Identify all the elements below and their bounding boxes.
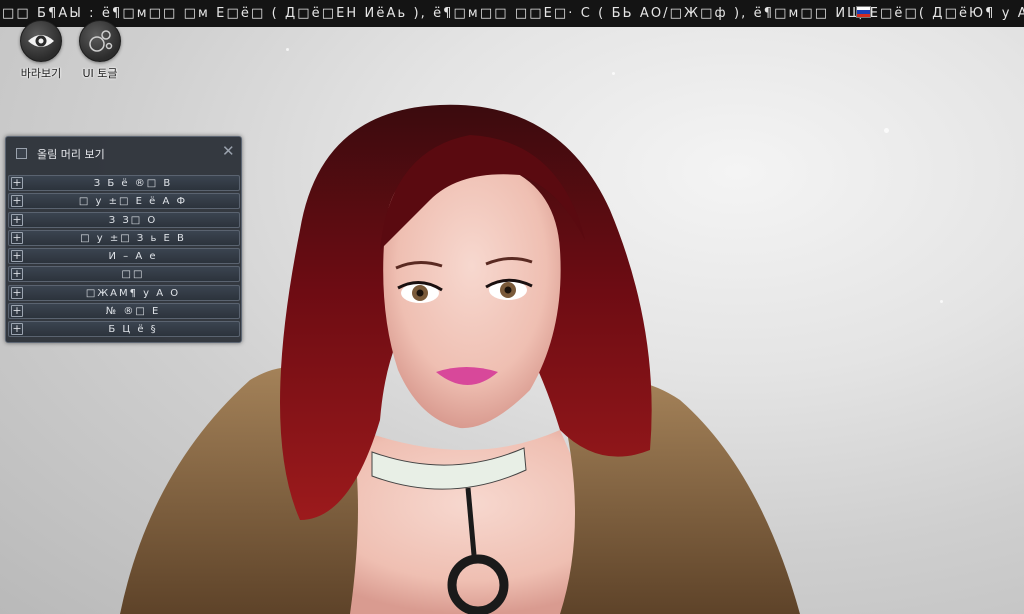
plus-icon: + — [11, 285, 23, 299]
category-label: □ у ±□ Е ё А Ф — [78, 196, 188, 208]
category-label: □□ — [121, 269, 145, 281]
category-label: Б Ц ё § — [108, 324, 158, 336]
hint-bar: □□ Б¶АЫ : ё¶□м□□ □м Е□ё□ ( Д□ё□ЕН ИёАь )… — [0, 0, 1024, 27]
plus-icon: + — [11, 267, 23, 281]
eye-icon — [20, 20, 62, 62]
plus-icon: + — [11, 176, 23, 189]
ui-toggle-button[interactable]: UI 토글 — [76, 20, 124, 81]
hairstyle-panel: 올림 머리 보기 ✕ + З Б ё ®□ В + □ у ±□ Е ё А Ф +… — [5, 136, 242, 343]
snow-particle — [884, 128, 889, 133]
category-label: □ЖАМ¶ у А О — [85, 287, 181, 299]
category-row[interactable]: + □□ — [8, 266, 240, 283]
plus-icon: + — [11, 322, 23, 336]
category-row[interactable]: + И – А е — [8, 248, 240, 265]
panel-header: 올림 머리 보기 ✕ — [6, 137, 241, 171]
snow-particle — [940, 300, 943, 303]
bubbles-icon — [79, 20, 121, 62]
category-label: № ®□ Е — [105, 306, 161, 318]
plus-icon: + — [11, 212, 23, 226]
close-icon[interactable]: ✕ — [222, 142, 235, 160]
category-label: И – А е — [108, 251, 158, 263]
category-row[interactable]: + З З□ О — [8, 211, 240, 228]
category-label: □ у ±□ З ь Е В — [80, 232, 186, 244]
plus-icon: + — [11, 249, 23, 263]
category-row[interactable]: + □ЖАМ¶ у А О — [8, 284, 240, 301]
category-row[interactable]: + □ у ±□ Е ё А Ф — [8, 193, 240, 210]
russia-flag-icon[interactable] — [856, 6, 871, 18]
snow-particle — [286, 48, 289, 51]
snow-particle — [612, 72, 615, 75]
ui-toggle-label: UI 토글 — [82, 67, 118, 80]
plus-icon: + — [11, 230, 23, 244]
category-list: + З Б ё ®□ В + □ у ±□ Е ё А Ф + З З□ О + □ у… — [8, 175, 240, 340]
category-row[interactable]: + З Б ё ®□ В — [8, 175, 240, 191]
look-button[interactable]: 바라보기 — [17, 20, 65, 81]
category-row[interactable]: + □ у ±□ З ь Е В — [8, 229, 240, 246]
panel-title: 올림 머리 보기 — [37, 148, 105, 161]
plus-icon: + — [11, 194, 23, 208]
updo-checkbox[interactable] — [16, 148, 27, 159]
category-label: З З□ О — [108, 214, 158, 226]
category-row[interactable]: + № ®□ Е — [8, 303, 240, 320]
category-label: З Б ё ®□ В — [93, 178, 173, 189]
category-row[interactable]: + Б Ц ё § — [8, 321, 240, 338]
look-button-label: 바라보기 — [20, 67, 62, 80]
plus-icon: + — [11, 304, 23, 318]
